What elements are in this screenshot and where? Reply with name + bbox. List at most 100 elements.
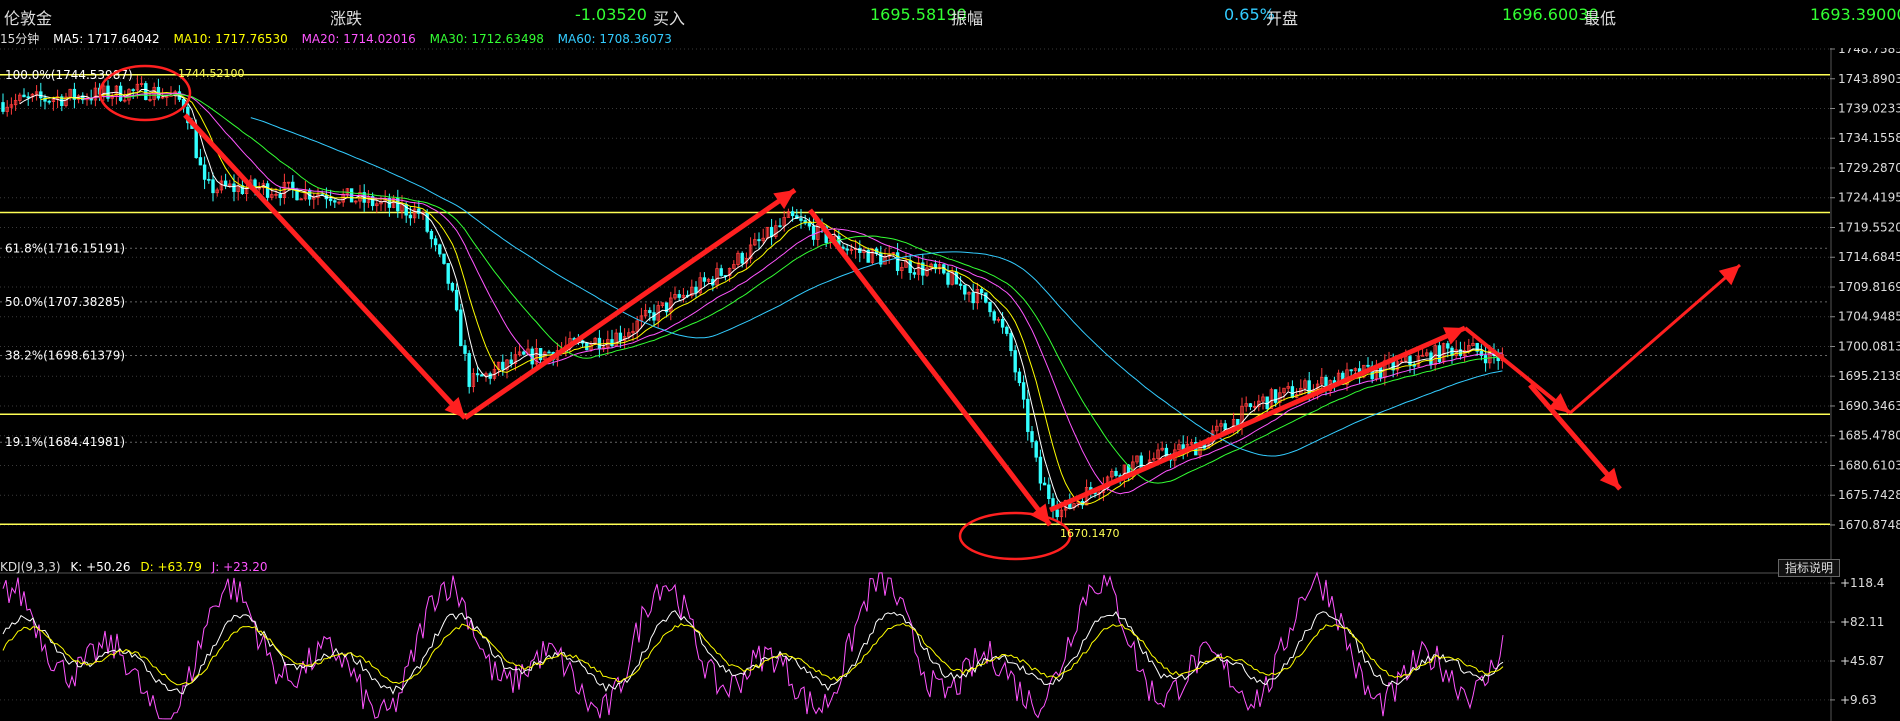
candle-body [1446,343,1450,349]
candle-body [39,91,43,99]
low-mark-label: 1670.1470 [1060,527,1120,540]
candlestick-chart[interactable]: 100.0%(1744.53987)61.8%(1716.15191)50.0%… [0,48,1900,721]
price-axis-label: 1685.4780 [1838,429,1900,443]
kdj-axis-label: +82.11 [1840,615,1884,629]
kdj-k: K: +50.26 [70,560,131,574]
candle-body [694,286,698,294]
candle-body [807,222,812,227]
candle-body [480,374,484,377]
ma5-value: MA5: 1717.64042 [53,32,160,46]
candle-body [1483,355,1488,364]
trend-arrow [463,187,797,421]
ma-line-30 [124,94,1503,484]
candle-body [769,226,774,238]
candle-body [1038,456,1043,484]
candle-body [547,351,551,354]
candle-body [677,294,681,298]
candle-body [1013,350,1017,373]
candle-body [450,282,455,291]
fib-level-label: 38.2%(1698.61379) [5,348,125,362]
kdj-panel: +118.4 +82.11 +45.87 +9.63 [0,571,1884,720]
candle-body [908,260,912,274]
price-axis-label: 1739.0233 [1838,102,1900,116]
candle-body [1164,447,1169,458]
candle-body [979,288,984,294]
candle-body [702,277,707,282]
ma20-value: MA20: 1714.02016 [301,32,416,46]
candle-body [429,230,434,240]
candle-body [1114,470,1118,476]
candle-body [946,272,950,285]
ma10-value: MA10: 1717.76530 [173,32,288,46]
candle-body [1009,333,1013,352]
candle-body [446,263,450,284]
high-mark-label: 1744.52100 [178,67,244,80]
candle-body [912,272,917,275]
change-label: 涨跌 [330,9,363,28]
candle-body [719,268,723,276]
candle-body [467,353,471,387]
indicator-help-button[interactable]: 指标说明 [1778,559,1840,577]
candle-body [1026,398,1030,432]
low-circle [958,511,1072,561]
price-axis-label: 1714.6845 [1838,250,1900,264]
trend-arrow [183,113,467,420]
kdj-axis-label: +9.63 [1840,693,1877,707]
kdj-j: J: +23.20 [211,560,268,574]
price-axis-label: 1690.3463 [1838,399,1900,413]
low-value: 1693.39000 [1810,5,1900,24]
kdj-j-line [2,571,1504,720]
ma60-value: MA60: 1708.36073 [557,32,672,46]
fib-level-label: 50.0%(1707.38285) [5,295,125,309]
candle-body [1034,441,1038,458]
price-axis-label: 1680.6103 [1838,458,1900,472]
fib-level-label: 61.8%(1716.15191) [5,241,125,255]
price-axis-label: 1670.8748 [1838,518,1900,532]
price-axis-label: 1743.8903 [1838,72,1900,86]
change-value: -1.03520 [575,5,647,24]
candle-body [198,157,203,166]
candle-body [958,283,963,286]
candle-body [858,248,862,253]
candle-body [1042,482,1047,486]
candle-body [1437,345,1442,363]
open-label: 开盘 [1266,9,1299,28]
candle-body [963,285,967,295]
period-label[interactable]: 15分钟 [0,32,39,46]
candle-body [1005,326,1009,334]
candle-body [438,244,442,255]
trend-arrow [1528,383,1622,491]
candle-body [408,214,413,219]
instrument-name[interactable]: 伦敦金 [4,5,52,29]
candle-body [1047,484,1051,500]
trend-arrow [1048,325,1467,513]
candle-body [811,225,816,240]
candle-body [26,96,30,99]
ma30-value: MA30: 1712.63498 [429,32,544,46]
price-axis-label: 1700.0813 [1838,339,1900,353]
candle-body [1030,431,1034,443]
candle-body [501,361,505,370]
candle-body [131,89,135,91]
candle-body [211,179,215,194]
kdj-d: D: +63.79 [140,560,202,574]
candle-body [1290,386,1295,398]
grid-lines [0,48,1830,526]
candle-body [278,193,282,199]
candle-body [333,200,337,203]
kdj-legend: KDJ(9,3,3) K: +50.26 D: +63.79 J: +23.20 [0,560,268,574]
trend-arrow [1463,326,1572,415]
candle-body [144,83,148,101]
candle-body [988,301,992,313]
candle-body [610,339,614,347]
price-axis-label: 1724.4195 [1838,191,1900,205]
candle-body [1,102,5,112]
candle-body [992,311,996,321]
kdj-label[interactable]: KDJ(9,3,3) [0,560,61,574]
fib-level-label: 19.1%(1684.41981) [5,435,125,449]
trend-arrow [1569,263,1741,415]
candle-body [1000,318,1005,328]
candle-body [207,178,211,181]
candle-body [1223,423,1227,430]
candle-body [1366,364,1370,367]
